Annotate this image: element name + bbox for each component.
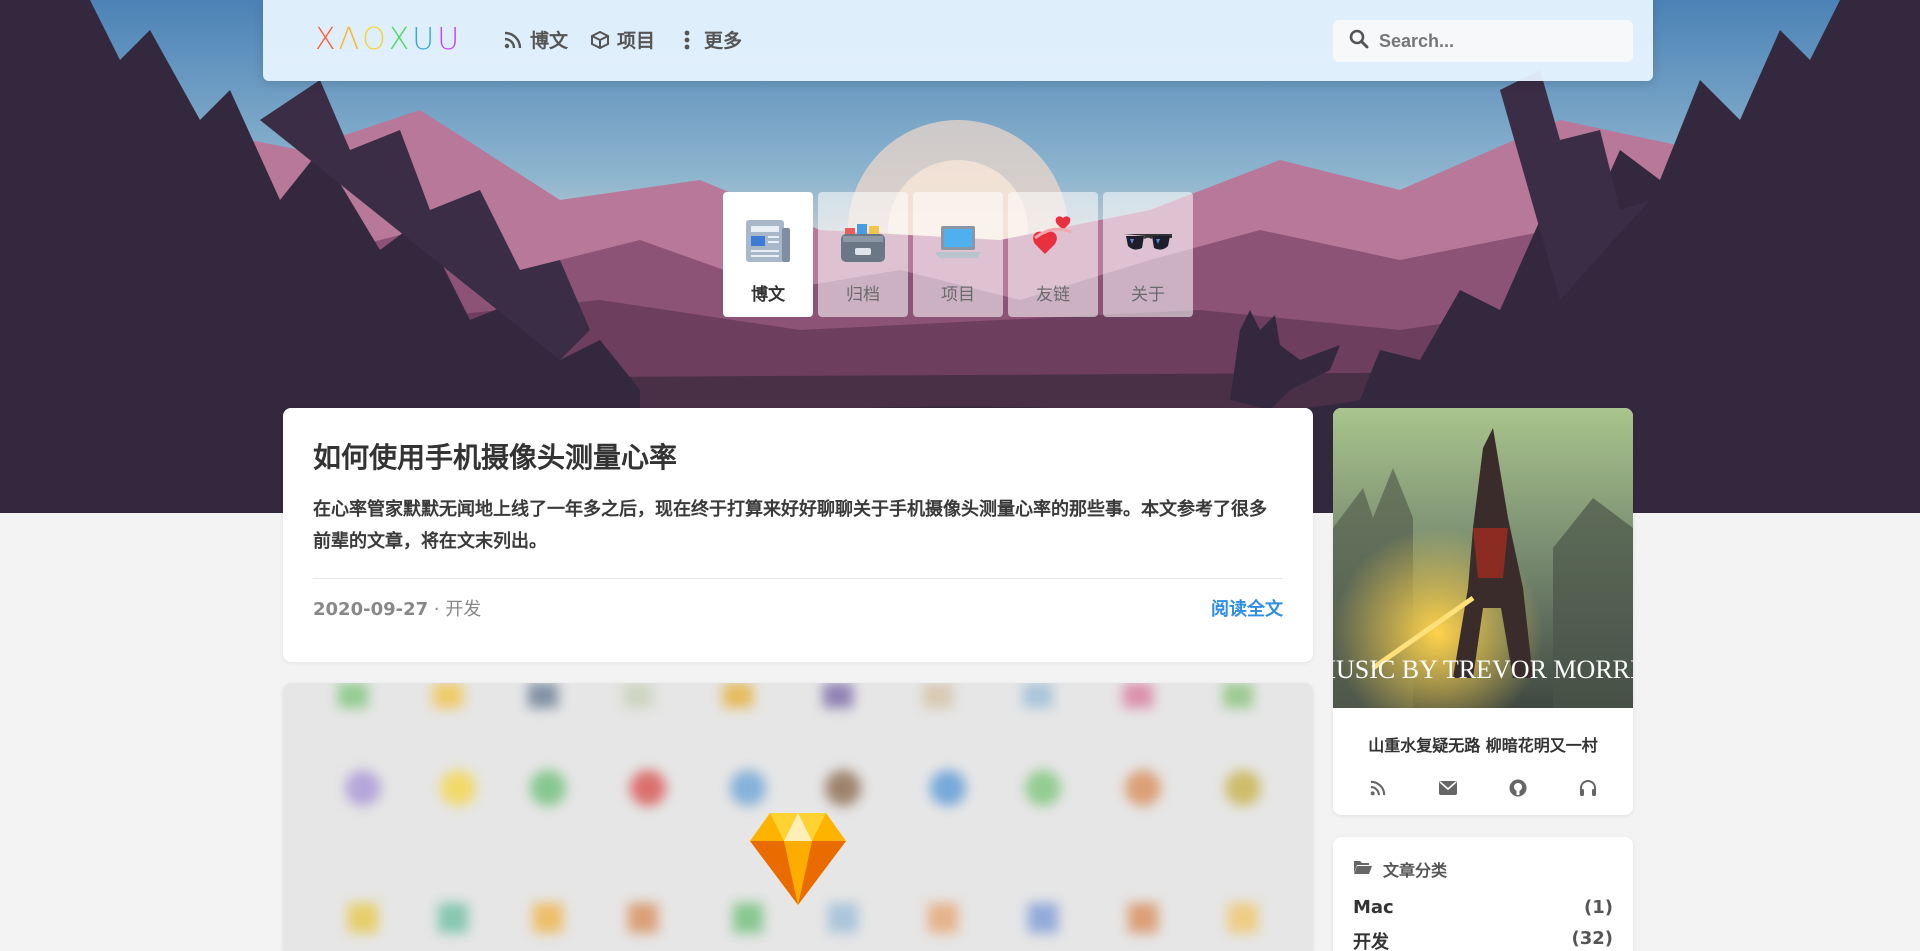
laptop-icon bbox=[930, 212, 986, 268]
post-excerpt: 在心率管家默默无闻地上线了一年多之后，现在终于打算来好好聊聊关于手机摄像头测量心… bbox=[313, 499, 1267, 552]
tile-label: 归档 bbox=[846, 285, 880, 305]
post-category[interactable]: 开发 bbox=[445, 599, 481, 620]
headphones-icon[interactable] bbox=[1578, 778, 1598, 798]
divider bbox=[313, 578, 1283, 579]
github-icon[interactable] bbox=[1508, 778, 1528, 798]
categories-card: 文章分类 Mac (1) 开发 (32) bbox=[1333, 837, 1633, 951]
nav-link-label: 项目 bbox=[617, 30, 656, 52]
post-card-cover[interactable] bbox=[283, 683, 1313, 951]
cube-icon bbox=[590, 30, 610, 50]
categories-header: 文章分类 bbox=[1353, 857, 1613, 881]
mail-icon[interactable] bbox=[1438, 778, 1458, 798]
search-box[interactable] bbox=[1333, 20, 1633, 62]
cover-art-caption: MUSIC BY TREVOR MORRIS bbox=[1333, 655, 1633, 684]
sketch-diamond-icon bbox=[750, 813, 846, 905]
tile-label: 项目 bbox=[941, 285, 975, 305]
logo-letter: O bbox=[362, 22, 389, 57]
post-date: 2020-09-27 bbox=[313, 599, 429, 620]
search-input[interactable] bbox=[1379, 30, 1599, 52]
tile-label: 博文 bbox=[751, 285, 785, 305]
more-vertical-icon bbox=[677, 30, 697, 50]
tile-archive[interactable]: 归档 bbox=[818, 192, 908, 317]
categories-title: 文章分类 bbox=[1383, 861, 1448, 880]
post-meta-left: 2020-09-27 · 开发 bbox=[313, 595, 481, 621]
category-count: (1) bbox=[1584, 897, 1613, 918]
tile-posts[interactable]: 博文 bbox=[723, 192, 813, 317]
profile-cover-art: MUSIC BY TREVOR MORRIS bbox=[1333, 408, 1633, 708]
tile-projects[interactable]: 项目 bbox=[913, 192, 1003, 317]
read-more-link[interactable]: 阅读全文 bbox=[1211, 595, 1283, 621]
category-tiles: 博文 归档 项目 友链 关于 bbox=[723, 192, 1193, 317]
logo-letter: Λ bbox=[338, 22, 363, 57]
top-navbar: XΛOXUU 博文 项目 更多 bbox=[263, 0, 1653, 81]
sunglasses-icon bbox=[1120, 212, 1176, 268]
search-icon bbox=[1349, 29, 1369, 53]
category-name: 开发 bbox=[1353, 932, 1389, 951]
nav-links: 博文 项目 更多 bbox=[503, 26, 742, 53]
archive-box-icon bbox=[835, 212, 891, 268]
hearts-icon bbox=[1025, 212, 1081, 268]
rss-icon[interactable] bbox=[1368, 778, 1388, 798]
logo-letter: U bbox=[437, 22, 463, 57]
logo-letter: U bbox=[412, 22, 438, 57]
newspaper-icon bbox=[740, 212, 796, 268]
nav-link-label: 博文 bbox=[530, 30, 569, 52]
category-count: (32) bbox=[1571, 928, 1613, 949]
meta-separator: · bbox=[428, 599, 446, 620]
logo-letter: X bbox=[388, 22, 413, 57]
post-title[interactable]: 如何使用手机摄像头测量心率 bbox=[313, 436, 1283, 476]
tile-label: 友链 bbox=[1036, 285, 1070, 305]
folder-open-icon bbox=[1353, 859, 1373, 879]
category-item-dev[interactable]: 开发 (32) bbox=[1353, 928, 1613, 951]
post-meta: 2020-09-27 · 开发 阅读全文 bbox=[313, 595, 1283, 621]
post-card: 如何使用手机摄像头测量心率 在心率管家默默无闻地上线了一年多之后，现在终于打算来… bbox=[283, 408, 1313, 662]
tile-about[interactable]: 关于 bbox=[1103, 192, 1193, 317]
tile-label: 关于 bbox=[1131, 285, 1165, 305]
logo-letter: X bbox=[315, 22, 339, 57]
category-item-mac[interactable]: Mac (1) bbox=[1353, 897, 1613, 918]
nav-link-more[interactable]: 更多 bbox=[677, 26, 742, 53]
nav-link-posts[interactable]: 博文 bbox=[503, 26, 568, 53]
site-logo[interactable]: XΛOXUU bbox=[315, 22, 462, 57]
nav-link-label: 更多 bbox=[704, 30, 743, 52]
nav-link-projects[interactable]: 项目 bbox=[590, 26, 655, 53]
category-name: Mac bbox=[1353, 897, 1394, 918]
tile-friends[interactable]: 友链 bbox=[1008, 192, 1098, 317]
social-links bbox=[1333, 778, 1633, 798]
profile-card: MUSIC BY TREVOR MORRIS 山重水复疑无路 柳暗花明又一村 bbox=[1333, 408, 1633, 815]
rss-icon bbox=[503, 30, 523, 50]
profile-motto: 山重水复疑无路 柳暗花明又一村 bbox=[1368, 736, 1598, 755]
